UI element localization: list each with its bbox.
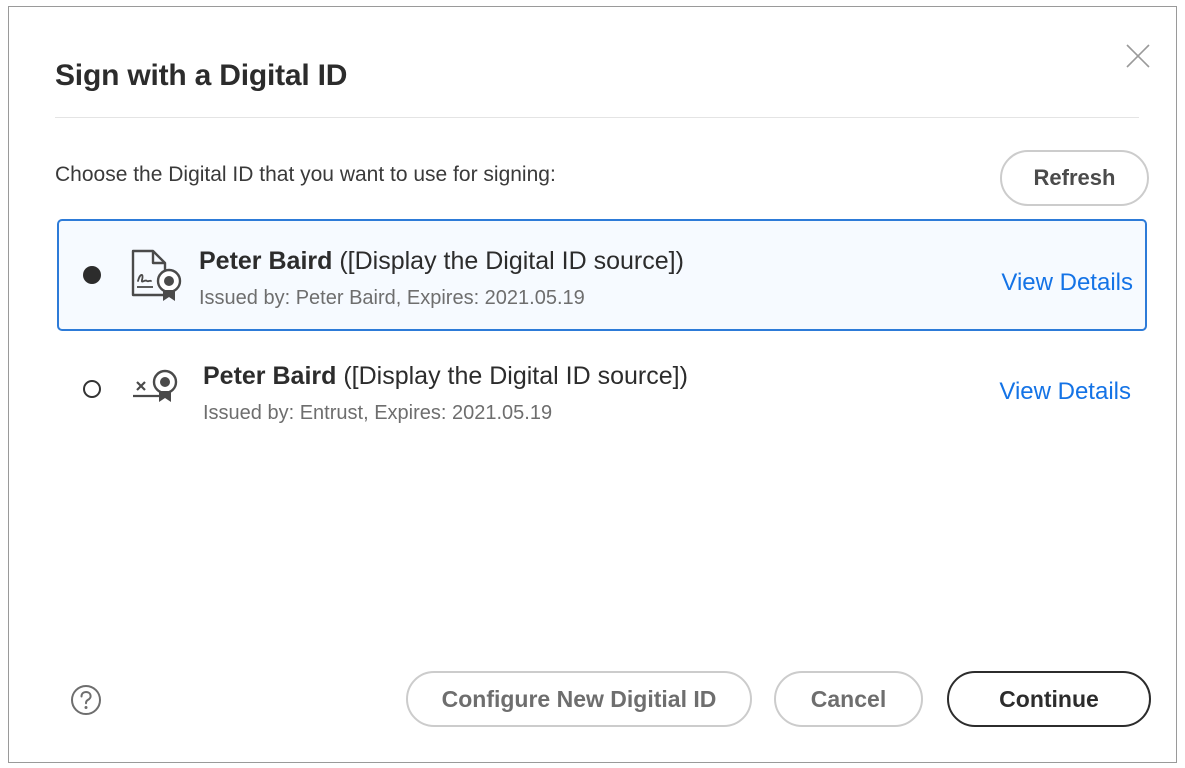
continue-button[interactable]: Continue bbox=[947, 671, 1151, 727]
configure-new-digital-id-button[interactable]: Configure New Digitial ID bbox=[406, 671, 752, 727]
view-details-link[interactable]: View Details bbox=[1001, 269, 1133, 297]
signature-certificate-icon bbox=[123, 243, 185, 305]
digital-id-row-2[interactable]: Peter Baird ([Display the Digital ID sou… bbox=[57, 340, 1147, 452]
refresh-button[interactable]: Refresh bbox=[1000, 150, 1149, 206]
digital-id-owner: Peter Baird bbox=[199, 247, 333, 275]
digital-id-name: Peter Baird ([Display the Digital ID sou… bbox=[199, 247, 684, 276]
signature-line-certificate-icon bbox=[125, 358, 187, 420]
digital-id-issued: Issued by: Entrust, Expires: 2021.05.19 bbox=[203, 402, 553, 424]
radio-selected[interactable] bbox=[83, 266, 101, 284]
digital-id-issued: Issued by: Peter Baird, Expires: 2021.05… bbox=[199, 287, 585, 309]
sign-with-digital-id-dialog: Sign with a Digital ID Choose the Digita… bbox=[8, 6, 1177, 763]
cancel-button[interactable]: Cancel bbox=[774, 671, 923, 727]
view-details-link[interactable]: View Details bbox=[999, 378, 1131, 406]
radio-unselected[interactable] bbox=[83, 380, 101, 398]
header-divider bbox=[55, 117, 1139, 118]
digital-id-row-1[interactable]: Peter Baird ([Display the Digital ID sou… bbox=[57, 219, 1147, 331]
digital-id-source: ([Display the Digital ID source]) bbox=[332, 247, 684, 275]
instructions-text: Choose the Digital ID that you want to u… bbox=[55, 163, 556, 186]
close-icon[interactable] bbox=[1121, 39, 1155, 73]
digital-id-source: ([Display the Digital ID source]) bbox=[336, 362, 688, 390]
digital-id-name: Peter Baird ([Display the Digital ID sou… bbox=[203, 362, 688, 391]
dialog-title: Sign with a Digital ID bbox=[55, 59, 348, 92]
digital-id-owner: Peter Baird bbox=[203, 362, 337, 390]
help-icon[interactable] bbox=[69, 683, 103, 717]
